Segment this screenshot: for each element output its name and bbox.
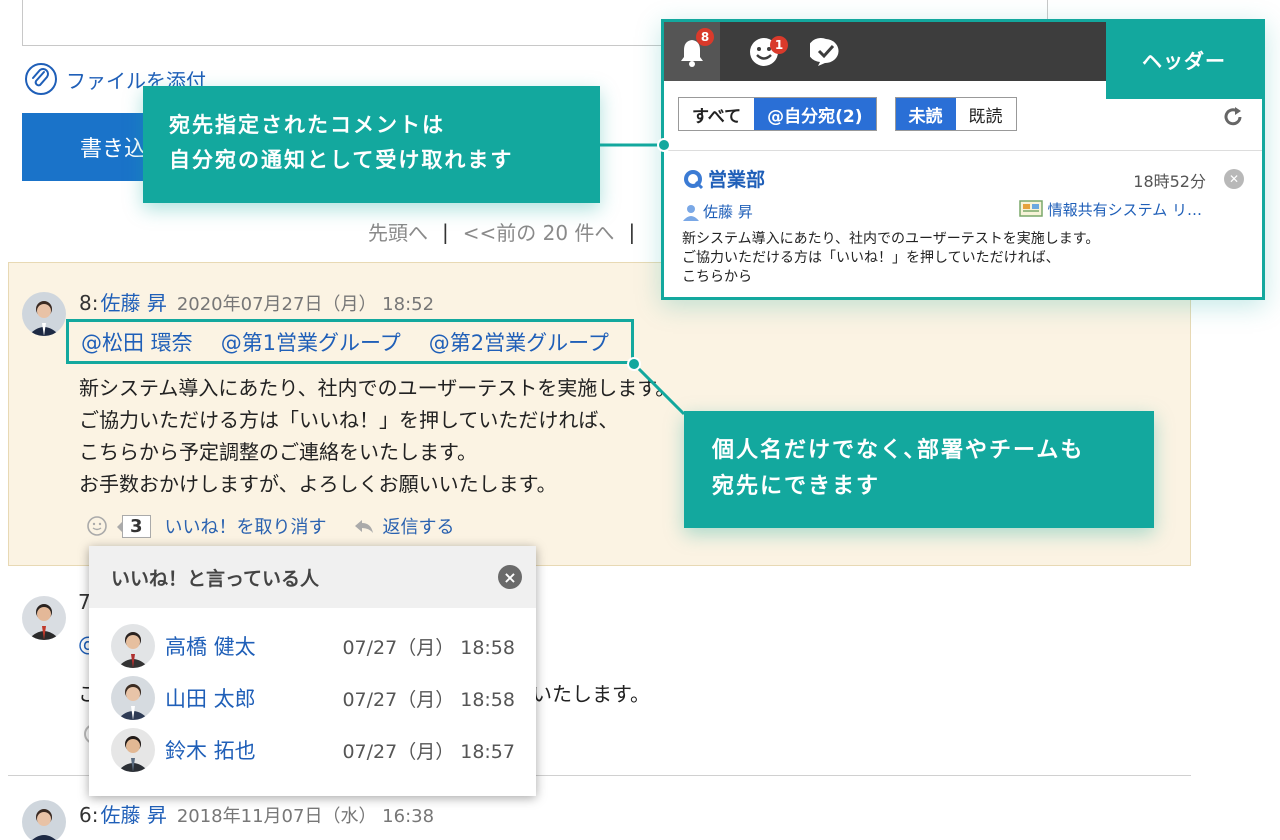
- notification-app-link[interactable]: 情報共有システム リ…: [1018, 198, 1202, 220]
- like-time: 07/27（月） 18:58: [342, 688, 515, 711]
- comment-body: 新システム導入にあたり、社内でのユーザーテストを実施します。 ご協力いただける方…: [79, 372, 675, 500]
- refresh-icon[interactable]: [1222, 106, 1244, 128]
- mention-list: @松田 環奈 @第1営業グループ @第2営業グループ: [66, 319, 634, 364]
- reactions-tab[interactable]: 1: [746, 34, 788, 70]
- avatar[interactable]: [22, 596, 66, 640]
- connector-dot: [657, 138, 671, 152]
- header-label: ヘッダー: [1106, 19, 1262, 99]
- pager-separator: |: [442, 219, 449, 244]
- comment-actions: 3 いいね！を取り消す 返信する: [86, 513, 455, 539]
- like-count-badge[interactable]: 3: [117, 514, 151, 538]
- pager-first-link[interactable]: 先頭へ: [368, 217, 428, 246]
- like-person-row: 高橋 健太 07/27（月） 18:58: [111, 624, 515, 668]
- notification-filters: すべて @自分宛(2) 未読 既読: [678, 97, 1017, 131]
- liker-name[interactable]: 高橋 健太: [165, 631, 335, 661]
- notification-line: 新システム導入にあたり、社内でのユーザーテストを実施します。: [682, 231, 1100, 247]
- unlike-link[interactable]: いいね！を取り消す: [165, 513, 327, 539]
- callout-group-mention: 個人名だけでなく､部署やチームも 宛先にできます: [684, 411, 1154, 528]
- notifications-tab[interactable]: 8: [664, 22, 720, 81]
- speech-check-icon: [810, 37, 839, 66]
- like-person-row: 山田 太郎 07/27（月） 18:58: [111, 676, 515, 720]
- user-icon: [683, 204, 699, 221]
- space-icon: [684, 169, 704, 189]
- likes-popup-title: いいね！と言っている人: [111, 567, 320, 590]
- filter-read-button[interactable]: 既読: [955, 98, 1016, 130]
- notification-user-name: 佐藤 昇: [703, 203, 753, 221]
- callout-line: 個人名だけでなく､部署やチームも: [712, 438, 1085, 463]
- notification-count-badge: 8: [696, 28, 714, 46]
- reply-link[interactable]: 返信する: [383, 513, 455, 539]
- notification-body[interactable]: 新システム導入にあたり、社内でのユーザーテストを実施します。 ご協力いただける方…: [682, 230, 1099, 287]
- comment-line: 新システム導入にあたり、社内でのユーザーテストを実施します。: [79, 376, 676, 400]
- paperclip-icon: [25, 63, 57, 95]
- like-time: 07/27（月） 18:57: [342, 740, 515, 763]
- filter-unread-button[interactable]: 未読: [895, 98, 956, 130]
- mention-group[interactable]: @第2営業グループ: [429, 327, 609, 357]
- avatar[interactable]: [22, 800, 66, 840]
- likes-popup: いいね！と言っている人 × 高橋 健太 07/27（月） 18:58 山田 太郎…: [89, 546, 536, 796]
- divider: [664, 150, 1262, 151]
- avatar[interactable]: [22, 292, 66, 336]
- pager: 先頭へ | <<前の 20 件へ |: [368, 217, 635, 246]
- mention-user[interactable]: @松田 環奈: [81, 327, 193, 357]
- reply-icon: [354, 520, 373, 533]
- like-time: 07/27（月） 18:58: [342, 636, 515, 659]
- comment-date: 2020年07月27日（月） 18:52: [176, 294, 435, 315]
- comment-author[interactable]: 佐藤 昇: [100, 287, 166, 316]
- close-icon[interactable]: ×: [498, 565, 522, 589]
- liker-name[interactable]: 鈴木 拓也: [165, 735, 335, 765]
- comment-line: こちらから予定調整のご連絡をいたします。: [79, 440, 477, 464]
- callout-mention-notification: 宛先指定されたコメントは 自分宛の通知として受け取れます: [143, 86, 600, 203]
- comment-date: 2018年11月07日（水） 16:38: [176, 806, 435, 827]
- like-person-row: 鈴木 拓也 07/27（月） 18:57: [111, 728, 515, 772]
- comment-number: 8:: [79, 291, 99, 315]
- filter-mine-button[interactable]: @自分宛(2): [754, 98, 876, 130]
- close-icon[interactable]: ✕: [1224, 169, 1244, 189]
- avatar[interactable]: [111, 624, 155, 668]
- comment-line: ご協力いただける方は「いいね！」を押していただければ、: [79, 408, 619, 432]
- comment-8-meta: 8: 佐藤 昇 2020年07月27日（月） 18:52: [79, 287, 434, 316]
- comment-number: 6:: [79, 803, 99, 827]
- comment-author[interactable]: 佐藤 昇: [100, 799, 166, 828]
- reaction-count-badge: 1: [770, 35, 788, 54]
- notification-user-link[interactable]: 佐藤 昇: [682, 201, 753, 222]
- avatar[interactable]: [111, 728, 155, 772]
- notification-app-name: 情報共有システム リ…: [1047, 200, 1202, 219]
- read-filter: 未読 既読: [894, 97, 1017, 131]
- notification-time: 18時52分: [1133, 172, 1206, 191]
- comment-6-meta: 6: 佐藤 昇 2018年11月07日（水） 16:38: [79, 799, 434, 828]
- notification-space-name: 営業部: [708, 169, 766, 191]
- filter-all-button[interactable]: すべて: [679, 98, 755, 130]
- comment-line: お手数おかけしますが、よろしくお願いいたします。: [79, 472, 557, 496]
- pager-separator: |: [628, 219, 636, 244]
- callout-line: 自分宛の通知として受け取れます: [169, 148, 514, 172]
- notification-space-link[interactable]: 営業部: [682, 165, 765, 192]
- notification-line: こちらから: [682, 269, 752, 285]
- notification-line: ご協力いただける方は「いいね！」を押していただければ、: [682, 250, 1060, 266]
- connector-dot: [627, 357, 641, 371]
- scope-filter: すべて @自分宛(2): [678, 97, 877, 131]
- callout-line: 宛先指定されたコメントは: [169, 113, 445, 137]
- smile-icon[interactable]: [86, 515, 108, 537]
- mention-group[interactable]: @第1営業グループ: [221, 327, 401, 357]
- pager-prev-link[interactable]: <<前の 20 件へ: [463, 217, 615, 246]
- liker-name[interactable]: 山田 太郎: [165, 683, 335, 713]
- mentions-tab[interactable]: [808, 34, 844, 70]
- app-board-icon: [1018, 200, 1043, 217]
- avatar[interactable]: [111, 676, 155, 720]
- callout-line: 宛先にできます: [712, 474, 881, 499]
- likes-popup-header: いいね！と言っている人 ×: [89, 546, 536, 608]
